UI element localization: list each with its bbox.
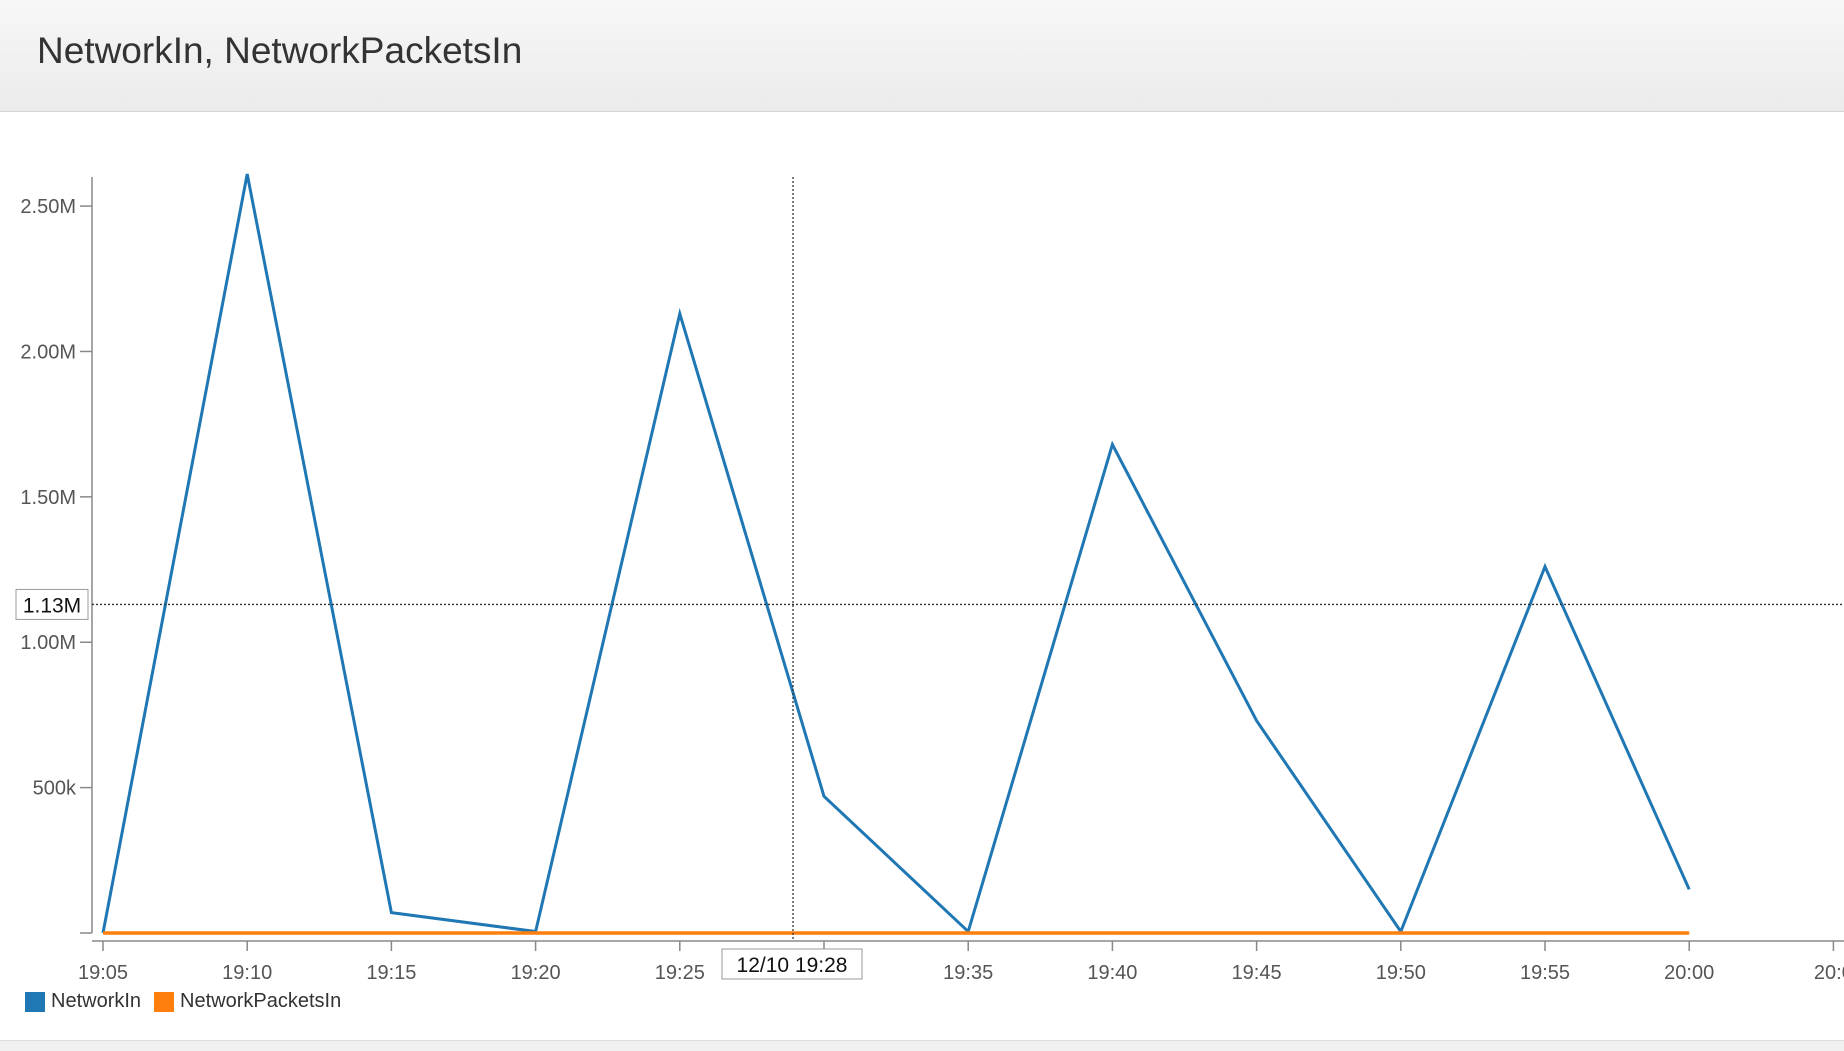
y-tick-label: 2.50M xyxy=(20,196,76,218)
x-tick-label: 19:55 xyxy=(1520,962,1570,984)
chart-legend: NetworkIn NetworkPacketsIn xyxy=(25,990,354,1013)
x-tick-label: 19:25 xyxy=(655,962,705,984)
y-tick-label: 1.00M xyxy=(20,632,76,654)
x-tick-label: 19:15 xyxy=(366,962,416,984)
x-tick-label: 20:0 xyxy=(1814,962,1844,984)
x-tick-label: 19:05 xyxy=(78,962,128,984)
line-chart[interactable]: 2.50M 2.00M 1.50M 1.00M 500k 19:05 19:10 19:15 1… xyxy=(0,112,1844,1032)
y-tick-label: 500k xyxy=(33,778,77,800)
legend-label-networkpacketsin: NetworkPacketsIn xyxy=(180,990,342,1012)
y-tick-label: 1.50M xyxy=(20,487,76,509)
x-tick-label: 19:20 xyxy=(511,962,561,984)
crosshair-x-label: 12/10 19:28 xyxy=(737,954,848,977)
legend-item-networkin[interactable]: NetworkIn xyxy=(25,990,141,1013)
panel-header: NetworkIn, NetworkPacketsIn xyxy=(0,0,1844,112)
x-tick-label: 20:00 xyxy=(1664,962,1714,984)
x-tick-label: 19:50 xyxy=(1376,962,1426,984)
legend-item-networkpacketsin[interactable]: NetworkPacketsIn xyxy=(154,990,341,1013)
crosshair-y-label: 1.13M xyxy=(23,594,81,617)
legend-swatch-networkpacketsin xyxy=(154,991,175,1012)
x-tick-label: 19:45 xyxy=(1232,962,1282,984)
legend-swatch-networkin xyxy=(25,991,45,1012)
x-tick-label: 19:35 xyxy=(943,962,993,984)
panel-bottom-edge xyxy=(0,1040,1844,1051)
x-tick-label: 19:10 xyxy=(222,962,272,984)
y-tick-label: 2.00M xyxy=(20,341,76,363)
panel-title: NetworkIn, NetworkPacketsIn xyxy=(37,30,523,71)
x-tick-label: 19:40 xyxy=(1087,962,1137,984)
series-line-networkin xyxy=(101,173,1691,935)
legend-label-networkin: NetworkIn xyxy=(51,990,142,1012)
